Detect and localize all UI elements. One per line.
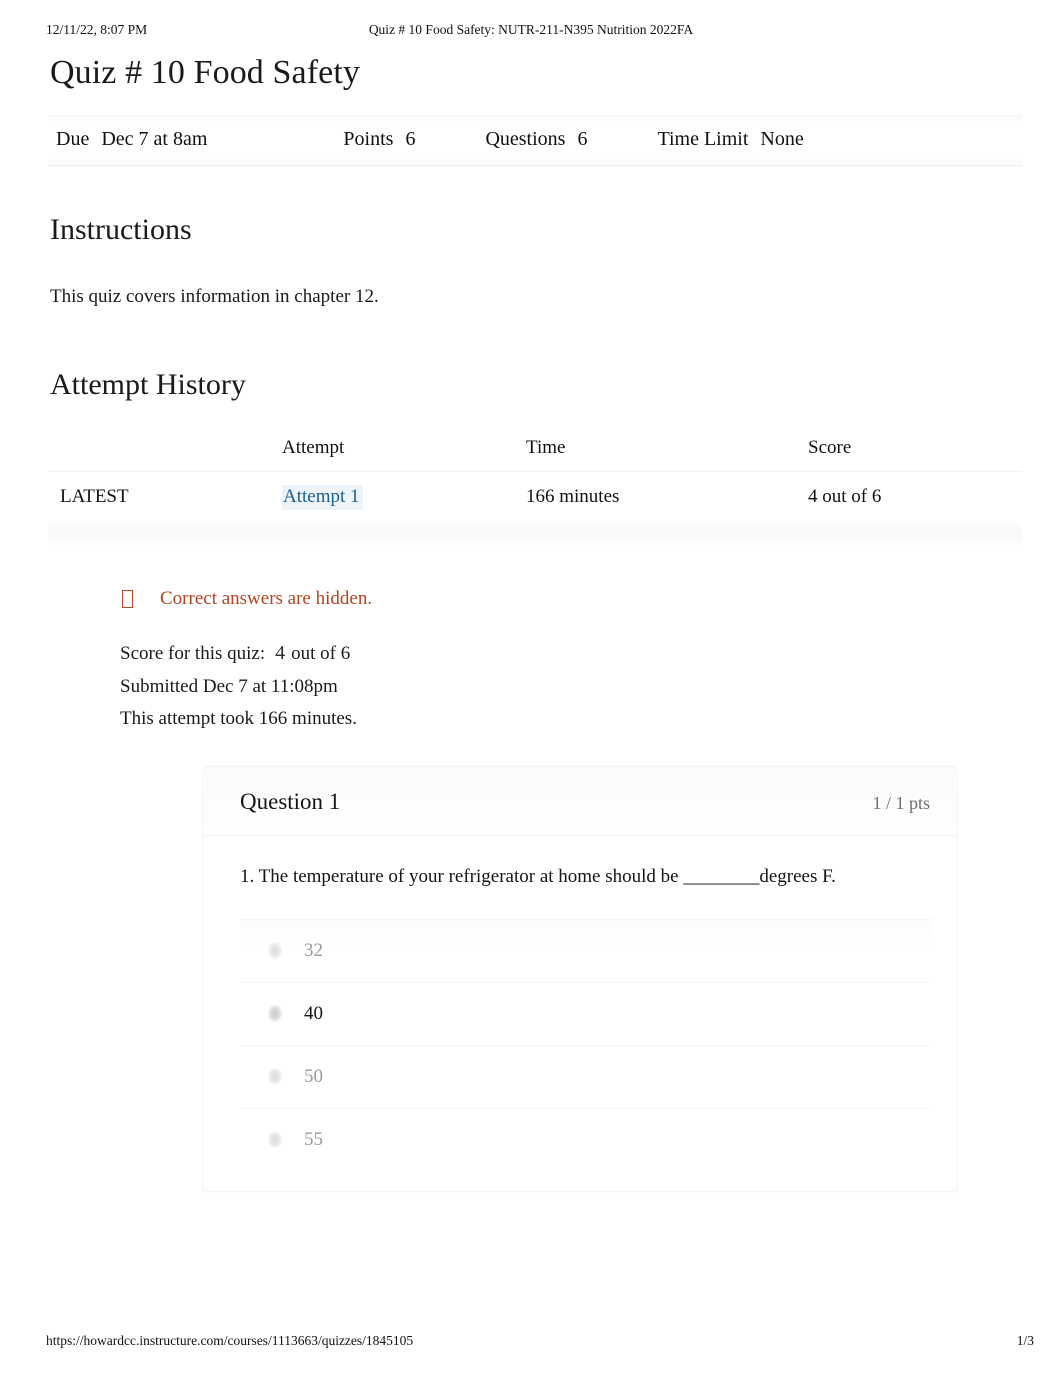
hidden-answers-icon (122, 590, 133, 609)
column-header-time: Time (526, 431, 808, 473)
hidden-answers-notice-text: Correct answers are hidden. (160, 588, 373, 610)
question-body: 1. The temperature of your refrigerator … (204, 836, 956, 1191)
answer-option-label: 50 (304, 1065, 323, 1087)
print-document-title: Quiz # 10 Food Safety: NUTR-211-N395 Nut… (368, 22, 694, 37)
radio-button-icon[interactable] (268, 1068, 282, 1086)
question-header: Question 1 1 / 1 pts (204, 767, 956, 837)
meta-time-limit-value: None (760, 127, 804, 150)
hidden-answers-notice: Correct answers are hidden. (122, 588, 1022, 610)
summary-submitted: Submitted Dec 7 at 11:08pm (120, 675, 338, 697)
attempt-score-cell: 4 out of 6 (808, 486, 882, 508)
answer-option-label: 32 (304, 939, 323, 961)
summary-duration: This attempt took 166 minutes. (120, 708, 357, 730)
quiz-meta-row: Due Dec 7 at 8am Points 6 Questions 6 Ti… (48, 128, 1022, 151)
attempt-time-cell: 166 minutes (526, 486, 620, 508)
attempt-summary: Score for this quiz: 4 out of 6 Submitted … (120, 636, 1022, 736)
summary-score-line: Score for this quiz: 4 out of 6 (120, 636, 1022, 671)
answer-option-label: 55 (304, 1128, 323, 1150)
question-text: 1. The temperature of your refrigerator … (240, 866, 836, 888)
print-footer-url: https://howardcc.instructure.com/courses… (46, 1333, 414, 1348)
radio-button-icon[interactable] (268, 942, 282, 960)
summary-score-value: 4 (275, 642, 286, 665)
question-title: Question 1 (240, 789, 341, 815)
print-footer-page-number: 1/3 (1016, 1333, 1034, 1348)
attempt-table-bottom-band (48, 524, 1022, 547)
meta-points: Points 6 (343, 128, 415, 151)
table-row: LATEST Attempt 1 166 minutes 4 out of 6 (48, 472, 1022, 525)
attempt-cell: Attempt 1 (282, 472, 526, 525)
radio-button-icon[interactable] (268, 1005, 282, 1023)
attempt-history-heading: Attempt History (50, 368, 246, 402)
attempt-history-table: Attempt Time Score LATEST Attempt 1 166 … (48, 431, 1022, 524)
answer-option-55[interactable]: 55 (240, 1109, 932, 1171)
answer-option-label: 40 (304, 1002, 323, 1024)
meta-questions-label: Questions (485, 127, 566, 150)
quiz-meta-bar: Due Dec 7 at 8am Points 6 Questions 6 Ti… (48, 114, 1022, 166)
question-card: Question 1 1 / 1 pts 1. The temperature … (203, 766, 957, 1192)
meta-points-value: 6 (405, 127, 416, 150)
answer-option-50[interactable]: 50 (240, 1046, 932, 1109)
meta-due-label: Due (56, 127, 90, 150)
meta-due-value: Dec 7 at 8am (101, 127, 208, 150)
answer-option-40[interactable]: 40 (240, 983, 932, 1046)
column-header-attempt: Attempt (282, 431, 526, 473)
meta-questions: Questions 6 (485, 128, 587, 151)
answer-option-32[interactable]: 32 (240, 920, 932, 983)
attempt-latest-badge: LATEST (60, 486, 129, 508)
print-header: 12/11/22, 8:07 PM Quiz # 10 Food Safety:… (0, 22, 1062, 42)
meta-time-limit: Time Limit None (657, 128, 803, 151)
summary-score-suffix: out of 6 (291, 643, 351, 665)
meta-time-limit-label: Time Limit (657, 127, 749, 150)
attempt-1-link[interactable]: Attempt 1 (282, 485, 363, 511)
instructions-body: This quiz covers information in chapter … (50, 285, 379, 307)
attempt-history-thead: Attempt Time Score (48, 431, 1022, 473)
page-content: Quiz # 10 Food Safety Due Dec 7 at 8am P… (48, 52, 1022, 1192)
answer-options-list: 32 40 50 55 (240, 918, 932, 1171)
summary-score-label: Score for this quiz: (120, 643, 266, 665)
meta-questions-value: 6 (577, 127, 588, 150)
attempt-history-tbody: LATEST Attempt 1 166 minutes 4 out of 6 (48, 472, 1022, 525)
meta-due: Due Dec 7 at 8am (56, 128, 207, 151)
meta-points-label: Points (343, 127, 394, 150)
instructions-heading: Instructions (50, 212, 192, 246)
column-header-blank (48, 431, 282, 473)
radio-button-icon[interactable] (268, 1131, 282, 1149)
question-points: 1 / 1 pts (872, 793, 930, 814)
column-header-score: Score (808, 431, 1022, 473)
page-title: Quiz # 10 Food Safety (50, 54, 360, 91)
attempt-history-header-row: Attempt Time Score (48, 431, 1022, 473)
